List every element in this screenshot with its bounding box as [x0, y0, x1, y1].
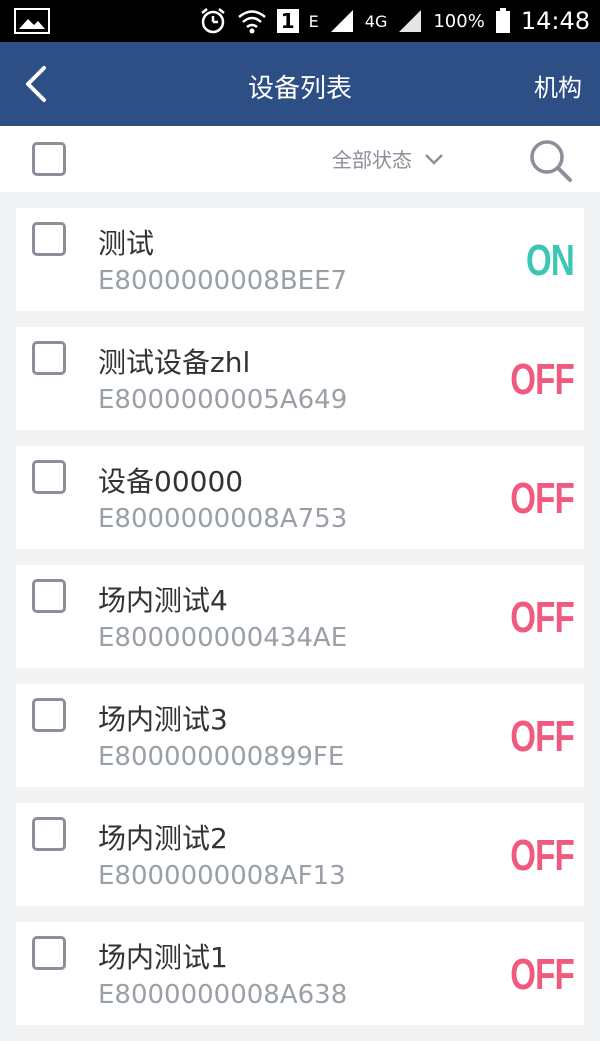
search-icon[interactable]: [526, 136, 574, 184]
app-bar: 设备列表 机构: [0, 42, 600, 126]
device-item[interactable]: 场内测试3 E800000000899FE OFF: [16, 684, 584, 787]
device-status-toggle[interactable]: OFF: [510, 831, 574, 881]
wifi-icon: [237, 10, 266, 34]
device-status-toggle[interactable]: OFF: [510, 355, 574, 405]
status-filter-label: 全部状态: [332, 148, 412, 172]
device-item[interactable]: 测试 E8000000008BEE7 ON: [16, 208, 584, 311]
status-filter-dropdown[interactable]: 全部状态: [332, 144, 444, 173]
device-name: 场内测试1: [98, 941, 228, 974]
network-4g-label: 4G: [364, 11, 388, 31]
device-name: 场内测试3: [98, 703, 228, 736]
device-item[interactable]: 测试设备zhl E8000000005A649 OFF: [16, 327, 584, 430]
device-serial: E800000000434AE: [98, 623, 348, 653]
device-name: 测试设备zhl: [98, 346, 251, 379]
device-checkbox[interactable]: [32, 222, 66, 256]
device-list: 测试 E8000000008BEE7 ON 测试设备zhl E800000000…: [16, 208, 584, 1041]
device-serial: E8000000008AF13: [98, 861, 346, 891]
signal-icon-2: [399, 10, 422, 32]
device-checkbox[interactable]: [32, 579, 66, 613]
device-status-toggle[interactable]: OFF: [510, 950, 574, 1000]
network-e-label: E: [308, 11, 319, 31]
device-checkbox[interactable]: [32, 698, 66, 732]
device-name: 场内测试4: [98, 584, 228, 617]
device-checkbox[interactable]: [32, 936, 66, 970]
device-serial: E800000000899FE: [98, 742, 345, 772]
device-checkbox[interactable]: [32, 460, 66, 494]
chevron-down-icon: [425, 153, 443, 165]
device-status-toggle[interactable]: ON: [526, 236, 575, 286]
alarm-icon: [200, 8, 225, 34]
org-button[interactable]: 机构: [534, 68, 582, 103]
battery-percent: 100%: [433, 10, 485, 32]
device-status-toggle[interactable]: OFF: [510, 593, 574, 643]
device-checkbox[interactable]: [32, 341, 66, 375]
device-item[interactable]: 设备00000 E8000000008A753 OFF: [16, 446, 584, 549]
page-title: 设备列表: [247, 74, 352, 104]
battery-icon: [495, 8, 510, 33]
select-all-checkbox[interactable]: [32, 142, 66, 176]
filter-bar: 全部状态: [0, 126, 600, 192]
sim-slot-badge: 1: [276, 9, 299, 33]
clock: 14:48: [520, 7, 590, 35]
device-status-toggle[interactable]: OFF: [510, 474, 574, 524]
device-serial: E8000000008A638: [98, 980, 348, 1010]
device-item[interactable]: 场内测试4 E800000000434AE OFF: [16, 565, 584, 668]
device-item[interactable]: 场内测试1 E8000000008A638 OFF: [16, 922, 584, 1025]
device-name: 设备00000: [98, 465, 244, 498]
device-serial: E8000000008A753: [98, 504, 348, 534]
signal-icon-1: [330, 10, 353, 32]
device-checkbox[interactable]: [32, 817, 66, 851]
device-name: 场内测试2: [98, 822, 228, 855]
status-bar: 1 E 4G 100% 14:48: [0, 0, 600, 42]
device-status-toggle[interactable]: OFF: [510, 712, 574, 762]
device-name: 测试: [98, 227, 155, 260]
gallery-icon: [14, 8, 50, 34]
device-serial: E8000000005A649: [98, 385, 348, 415]
device-item[interactable]: 场内测试2 E8000000008AF13 OFF: [16, 803, 584, 906]
device-serial: E8000000008BEE7: [98, 266, 348, 296]
